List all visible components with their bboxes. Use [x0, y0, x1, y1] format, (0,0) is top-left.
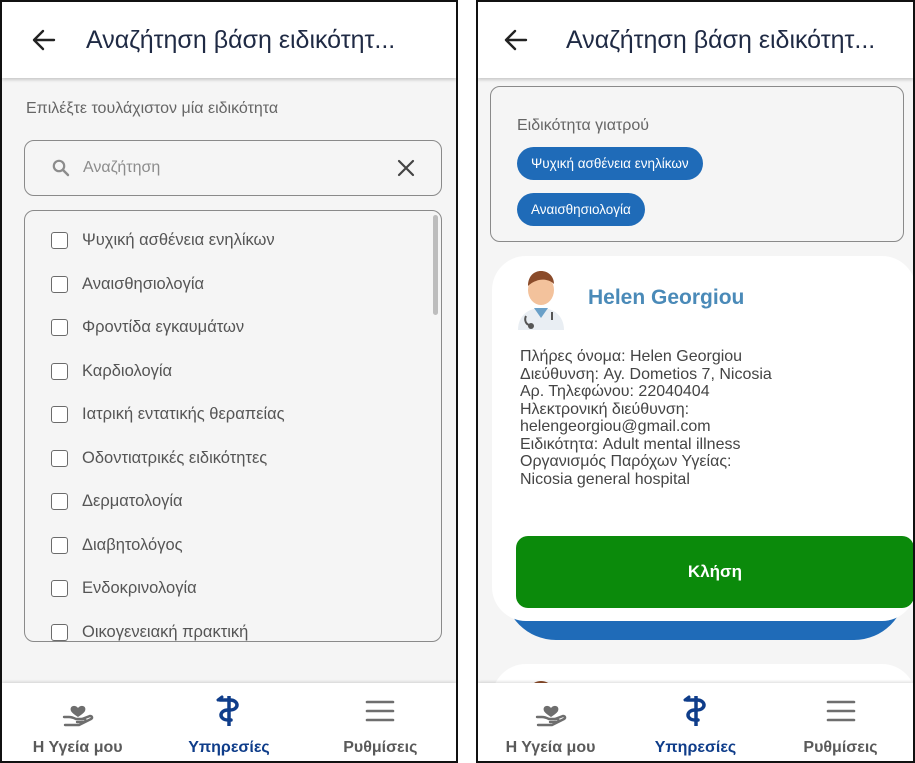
nav-item-my-health[interactable]: Η Υγεία μου: [2, 683, 153, 761]
page-title: Αναζήτηση βάση ειδικότητ...: [86, 25, 396, 54]
nav-item-my-health[interactable]: Η Υγεία μου: [478, 683, 623, 761]
specialty-option[interactable]: Φροντίδα εγκαυμάτων: [25, 306, 429, 350]
scrollbar[interactable]: [433, 215, 438, 315]
checkbox[interactable]: [51, 319, 68, 337]
nav-label-settings: Ρυθμίσεις: [343, 739, 418, 756]
specialty-option[interactable]: Δερματολογία: [25, 480, 429, 524]
specialty-option[interactable]: Καρδιολογία: [25, 350, 429, 394]
bottom-navigation: Η Υγεία μου Υπηρεσίες Ρυθμίσεις: [2, 683, 456, 761]
left-screen: Αναζήτηση βάση ειδικότητ... Επιλέξτε του…: [0, 0, 458, 763]
checkbox[interactable]: [51, 536, 68, 554]
specialty-label: Οικογενειακή πρακτική: [82, 622, 249, 641]
detail-phone: Αρ. Τηλεφώνου: 22040404: [520, 383, 710, 400]
specialty-label: Αναισθησιολογία: [82, 274, 205, 293]
checkbox[interactable]: [51, 362, 68, 380]
specialty-selection-panel: Επιλέξτε τουλάχιστον μία ειδικότητα Αναζ…: [2, 78, 456, 683]
detail-provider-label: Οργανισμός Παρόχων Υγείας:: [520, 453, 732, 470]
selected-specialties-title: Ειδικότητα γιατρού: [517, 117, 650, 134]
nav-label-my-health: Η Υγεία μου: [505, 739, 596, 756]
specialty-label: Ψυχική ασθένεια ενηλίκων: [82, 231, 275, 250]
caduceus-icon: [678, 693, 714, 729]
specialty-label: Διαβητολόγος: [82, 535, 183, 554]
specialty-list[interactable]: Ψυχική ασθένεια ενηλίκων Αναισθησιολογία Φ…: [24, 210, 442, 642]
close-icon[interactable]: [391, 153, 421, 183]
page-title: Αναζήτηση βάση ειδικότητ...: [566, 25, 876, 54]
checkbox[interactable]: [51, 406, 68, 424]
checkbox[interactable]: [51, 232, 68, 250]
search-input[interactable]: Αναζήτηση: [83, 159, 391, 177]
nav-item-settings[interactable]: Ρυθμίσεις: [768, 683, 913, 761]
doctor-details: Πλήρες όνομα: Helen Georgiou Διεύθυνση: …: [520, 348, 772, 488]
heart-hand-icon: [533, 693, 569, 729]
app-bar: Αναζήτηση βάση ειδικότητ...: [478, 2, 913, 78]
nav-label-services: Υπηρεσίες: [188, 739, 270, 756]
specialty-label: Καρδιολογία: [82, 361, 173, 380]
doctor-avatar-icon: [512, 266, 570, 330]
specialty-option[interactable]: Οδοντιατρικές ειδικότητες: [25, 437, 429, 481]
specialty-chip[interactable]: Ψυχική ασθένεια ενηλίκων: [517, 147, 703, 180]
checkbox[interactable]: [51, 275, 68, 293]
search-results-panel: Ειδικότητα γιατρού Ψυχική ασθένεια ενηλί…: [478, 78, 913, 683]
detail-email: helengeorgiou@gmail.com: [520, 418, 711, 435]
checkbox[interactable]: [51, 623, 68, 641]
specialty-option[interactable]: Ιατρική εντατικής θεραπείας: [25, 393, 429, 437]
nav-item-services[interactable]: Υπηρεσίες: [623, 683, 768, 761]
checkbox[interactable]: [51, 493, 68, 511]
menu-icon: [823, 693, 859, 729]
detail-address: Διεύθυνση: Ay. Dometios 7, Nicosia: [520, 365, 772, 383]
specialty-option[interactable]: Οικογενειακή πρακτική: [25, 611, 429, 642]
checkbox[interactable]: [51, 449, 68, 467]
specialty-label: Ιατρική εντατικής θεραπείας: [82, 405, 285, 424]
specialty-option[interactable]: Ενδοκρινολογία: [25, 567, 429, 611]
menu-icon: [362, 693, 398, 729]
nav-label-settings: Ρυθμίσεις: [803, 739, 878, 756]
nav-label-services: Υπηρεσίες: [654, 739, 737, 756]
specialty-label: Φροντίδα εγκαυμάτων: [82, 318, 245, 337]
doctor-name: Helen Georgiou: [588, 286, 745, 309]
detail-specialty: Ειδικότητα: Adult mental illness: [520, 435, 741, 453]
specialty-option[interactable]: Ψυχική ασθένεια ενηλίκων: [25, 219, 429, 263]
specialty-label: Ενδοκρινολογία: [82, 579, 197, 598]
selected-specialties-box: Ειδικότητα γιατρού Ψυχική ασθένεια ενηλί…: [490, 86, 904, 242]
search-icon: [51, 158, 71, 178]
call-button[interactable]: Κλήση: [516, 536, 913, 608]
back-arrow-icon[interactable]: [496, 20, 536, 60]
specialty-label: Δερματολογία: [82, 492, 183, 511]
specialty-option[interactable]: Αναισθησιολογία: [25, 263, 429, 307]
heart-hand-icon: [60, 693, 96, 729]
back-arrow-icon[interactable]: [24, 20, 64, 60]
nav-label-my-health: Η Υγεία μου: [32, 739, 123, 756]
specialty-option[interactable]: Διαβητολόγος: [25, 524, 429, 568]
doctor-avatar-icon: [512, 676, 570, 683]
detail-provider: Nicosia general hospital: [520, 470, 690, 488]
specialty-chip[interactable]: Αναισθησιολογία: [517, 193, 645, 226]
detail-email-label: Ηλεκτρονική διεύθυνση:: [520, 400, 690, 418]
right-screen: Αναζήτηση βάση ειδικότητ... Ειδικότητα γ…: [476, 0, 915, 763]
doctor-card: [492, 664, 913, 683]
instruction-text: Επιλέξτε τουλάχιστον μία ειδικότητα: [26, 100, 279, 117]
detail-full-name: Πλήρες όνομα: Helen Georgiou: [520, 348, 743, 365]
doctor-card: Helen Georgiou Πλήρες όνομα: Helen Georg…: [492, 256, 913, 621]
search-field[interactable]: Αναζήτηση: [24, 140, 442, 196]
checkbox[interactable]: [51, 580, 68, 598]
caduceus-icon: [211, 693, 247, 729]
nav-item-services[interactable]: Υπηρεσίες: [153, 683, 304, 761]
app-bar: Αναζήτηση βάση ειδικότητ...: [2, 2, 456, 78]
specialty-label: Οδοντιατρικές ειδικότητες: [82, 448, 268, 467]
bottom-navigation: Η Υγεία μου Υπηρεσίες Ρυθμίσεις: [478, 683, 913, 761]
nav-item-settings[interactable]: Ρυθμίσεις: [305, 683, 456, 761]
